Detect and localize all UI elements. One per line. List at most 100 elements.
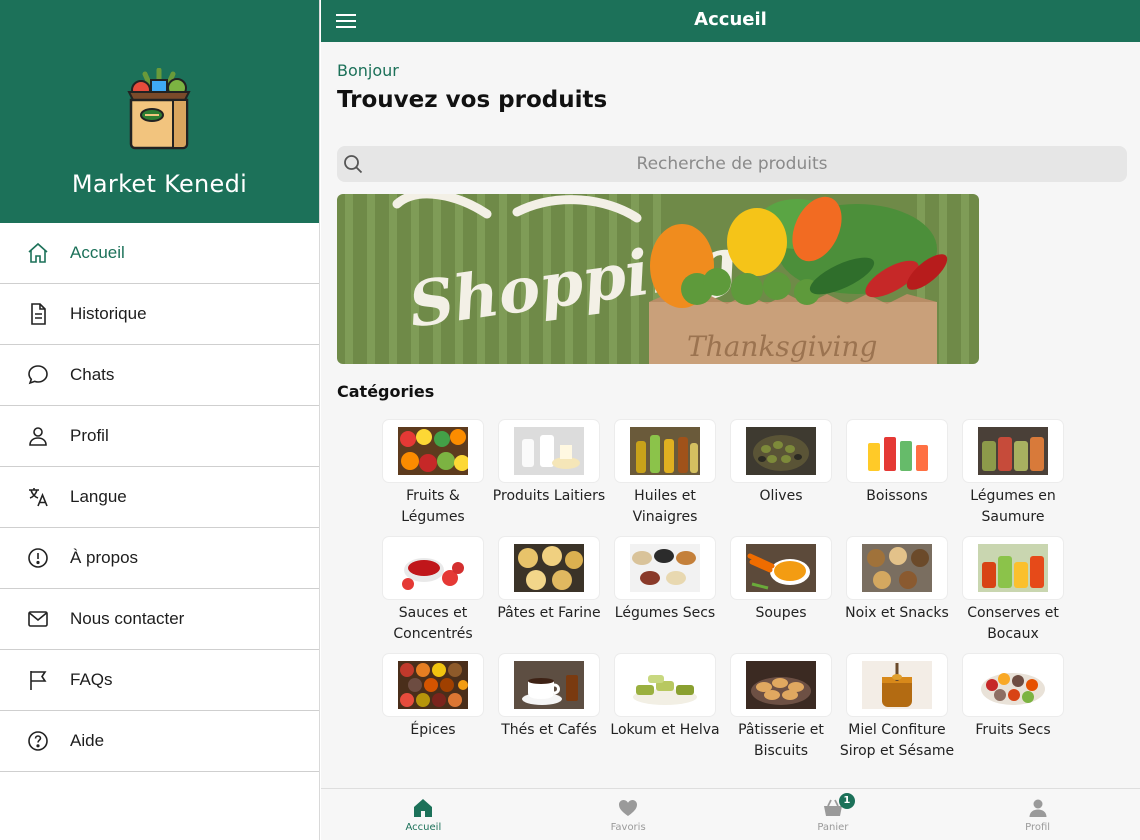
category-label: Lokum et Helva [610,722,720,738]
brand-name: Market Kenedi [71,170,248,198]
menu-item-label: Langue [70,487,127,506]
category-label: Fruits Secs [975,722,1051,738]
drawer-header: Market Kenedi [0,0,319,223]
category-lokum-helva[interactable]: Lokum et Helva [607,654,723,771]
categories-title: Catégories [337,382,435,401]
category-huiles-vinaigres[interactable]: Huiles et Vinaigres [607,420,723,537]
translate-icon [26,485,50,509]
category-fruits-legumes[interactable]: Fruits & Légumes [375,420,491,537]
category-image [499,654,599,716]
category-miel-confiture[interactable]: Miel Confiture Sirop et Sésame [839,654,955,771]
nav-label: Accueil [405,821,442,833]
top-app-bar: Accueil [321,0,1140,42]
nav-profil[interactable]: Profil [935,789,1140,840]
mail-icon [26,607,50,631]
menu-item-label: Chats [70,365,115,384]
menu-item-profil[interactable]: Profil [0,406,319,467]
category-image [731,420,831,482]
category-image [615,420,715,482]
menu-item-aide[interactable]: Aide [0,711,319,772]
category-image [963,420,1063,482]
menu-item-accueil[interactable]: Accueil [0,223,319,284]
category-legumes-secs[interactable]: Légumes Secs [607,537,723,654]
nav-label: Profil [1025,821,1051,833]
nav-favoris[interactable]: Favoris [526,789,731,840]
chat-icon [26,363,50,387]
category-olives[interactable]: Olives [723,420,839,537]
category-fruits-secs[interactable]: Fruits Secs [955,654,1071,771]
nav-accueil[interactable]: Accueil [321,789,526,840]
search-icon [344,155,363,174]
category-soupes[interactable]: Soupes [723,537,839,654]
category-label: Boissons [866,488,928,504]
document-icon [26,302,50,326]
category-label: Pâtes et Farine [497,605,601,621]
greeting-text: Bonjour [337,61,399,80]
menu-item-label: Profil [70,426,109,445]
menu-item-historique[interactable]: Historique [0,284,319,345]
home-icon [26,241,50,265]
menu-item-label: Accueil [70,243,125,262]
category-label: Miel Confiture Sirop et Sésame [839,722,955,759]
grocery-bag-logo [127,68,191,150]
navigation-drawer: Market Kenedi Accueil Historique Chats P… [0,0,320,840]
menu-item-label: Aide [70,731,105,750]
menu-item-a-propos[interactable]: À propos [0,528,319,589]
bottom-navigation: Accueil Favoris 1 Panier Profil [321,788,1140,840]
user-icon [26,424,50,448]
category-image [615,654,715,716]
menu-item-label: Historique [70,304,147,323]
category-label: Huiles et Vinaigres [632,488,698,525]
category-pates-farine[interactable]: Pâtes et Farine [491,537,607,654]
category-image [847,654,947,716]
category-grid: Fruits & Légumes Produits Laitiers Huile… [375,420,1115,771]
nav-label: Panier [817,821,849,833]
nav-label: Favoris [610,821,646,833]
menu-item-label: Nous contacter [70,609,185,628]
category-label: Produits Laitiers [492,488,606,504]
nav-panier[interactable]: 1 Panier [731,789,936,840]
category-label: Sauces et Concentrés [393,605,473,642]
category-label: Épices [410,722,456,738]
category-patisserie-biscuits[interactable]: Pâtisserie et Biscuits [723,654,839,771]
category-boissons[interactable]: Boissons [839,420,955,537]
home-screen: Accueil Bonjour Trouvez vos produits Sho… [321,0,1140,840]
info-icon [26,546,50,570]
category-image [847,420,947,482]
promo-banner[interactable]: Shopping Thanksgiving [337,194,979,364]
category-epices[interactable]: Épices [375,654,491,771]
category-label: Conserves et Bocaux [967,605,1059,642]
category-image [847,537,947,599]
category-image [963,537,1063,599]
menu-item-label: FAQs [70,670,113,689]
category-image [499,537,599,599]
menu-item-contact[interactable]: Nous contacter [0,589,319,650]
category-image [383,537,483,599]
menu-item-langue[interactable]: Langue [0,467,319,528]
category-noix-snacks[interactable]: Noix et Snacks [839,537,955,654]
search-input[interactable] [337,146,1127,182]
search-bar[interactable] [337,146,1127,182]
category-image [615,537,715,599]
menu-item-label: À propos [70,548,139,567]
heart-icon [619,799,638,816]
category-image [383,654,483,716]
category-label: Noix et Snacks [845,605,949,621]
category-label: Légumes en Saumure [970,488,1056,525]
drawer-menu: Accueil Historique Chats Profil Langue À… [0,223,319,772]
menu-item-faqs[interactable]: FAQs [0,650,319,711]
category-label: Olives [759,488,803,504]
user-icon [1029,799,1047,817]
category-image [731,654,831,716]
category-label: Légumes Secs [614,605,716,621]
category-image [383,420,483,482]
menu-item-chats[interactable]: Chats [0,345,319,406]
category-conserves-bocaux[interactable]: Conserves et Bocaux [955,537,1071,654]
page-title: Accueil [694,9,767,30]
category-thes-cafes[interactable]: Thés et Cafés [491,654,607,771]
category-legumes-saumure[interactable]: Légumes en Saumure [955,420,1071,537]
home-icon [414,798,433,817]
category-produits-laitiers[interactable]: Produits Laitiers [491,420,607,537]
category-label: Fruits & Légumes [401,488,465,525]
category-sauces[interactable]: Sauces et Concentrés [375,537,491,654]
